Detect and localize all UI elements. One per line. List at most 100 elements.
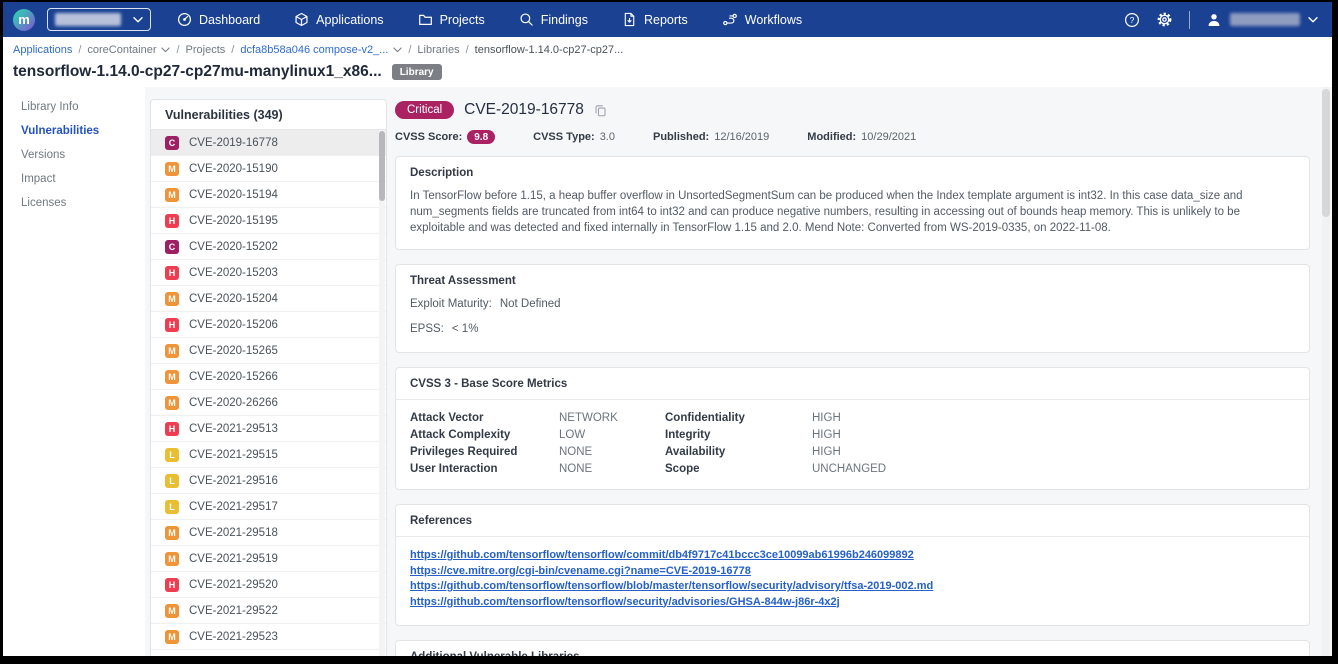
severity-badge: C: [165, 240, 179, 254]
breadcrumb-current-library: tensorflow-1.14.0-cp27-cp27...: [475, 44, 624, 56]
breadcrumb-separator: /: [408, 44, 411, 56]
nav-item-applications[interactable]: Applications: [294, 12, 383, 27]
nav-label: Projects: [440, 13, 485, 27]
nav-item-projects[interactable]: Projects: [418, 12, 485, 27]
findings-icon: [519, 12, 534, 27]
vulnerability-list-item[interactable]: MCVE-2020-15265: [151, 338, 386, 364]
vulnerability-list-item[interactable]: HCVE-2020-15195: [151, 208, 386, 234]
cvss-type-value: 3.0: [600, 131, 615, 143]
breadcrumb-projects[interactable]: Projects: [186, 44, 226, 56]
cvss-type-label: CVSS Type:: [533, 131, 595, 143]
chevron-down-icon[interactable]: [393, 47, 402, 53]
vulnerability-list-item[interactable]: H CVE-2020-15206: [151, 312, 386, 338]
breadcrumb: Applications / coreContainer / Projects …: [13, 44, 1320, 56]
vulnerability-list-panel: Vulnerabilities (349) CCVE-2019-16778 MC…: [150, 99, 387, 656]
vulnerability-list-item[interactable]: LCVE-2021-29517: [151, 494, 386, 520]
nav-label: Reports: [644, 13, 688, 27]
exploit-maturity-value: Not Defined: [500, 298, 561, 310]
severity-badge: M: [165, 396, 179, 410]
metric-label: Scope: [665, 463, 812, 475]
reports-icon: [622, 12, 637, 27]
detail-scrollbar-thumb[interactable]: [1322, 89, 1330, 217]
sidebar-item-versions[interactable]: Versions: [21, 143, 145, 167]
severity-badge: L: [165, 474, 179, 488]
breadcrumb-core-container[interactable]: coreContainer: [87, 44, 156, 56]
description-card: Description In TensorFlow before 1.15, a…: [395, 156, 1310, 250]
severity-badge: M: [165, 162, 179, 176]
library-type-badge: Library: [392, 64, 442, 80]
additional-libraries-title: Additional Vulnerable Libraries: [396, 641, 1309, 656]
list-scrollbar-thumb[interactable]: [379, 131, 385, 201]
threat-assessment-card: Threat Assessment Exploit Maturity:Not D…: [395, 264, 1310, 353]
chevron-down-icon: [133, 17, 143, 23]
vulnerability-list-item[interactable]: MCVE-2021-29518: [151, 520, 386, 546]
chevron-down-icon[interactable]: [161, 47, 170, 53]
user-icon: [1206, 12, 1222, 28]
vulnerability-list-item[interactable]: MCVE-2021-29523: [151, 624, 386, 650]
breadcrumb-project[interactable]: dcfa8b58a046 compose-v2_...: [240, 44, 388, 56]
vulnerability-list-item[interactable]: MCVE-2021-29524: [151, 650, 386, 656]
vulnerability-list-item[interactable]: CCVE-2020-15202: [151, 234, 386, 260]
sidebar-item-vulnerabilities[interactable]: Vulnerabilities: [21, 119, 145, 143]
help-icon[interactable]: ?: [1124, 12, 1140, 28]
copy-icon[interactable]: [594, 104, 607, 117]
sidebar-item-licenses[interactable]: Licenses: [21, 191, 145, 215]
list-scrollbar[interactable]: [379, 130, 385, 656]
vulnerability-list-item[interactable]: HCVE-2021-29513: [151, 416, 386, 442]
vulnerability-list-item[interactable]: MCVE-2021-29519: [151, 546, 386, 572]
epss-label: EPSS:: [410, 323, 444, 335]
org-selector-dropdown[interactable]: [47, 8, 151, 31]
vulnerability-list-item[interactable]: LCVE-2021-29516: [151, 468, 386, 494]
reference-link[interactable]: https://github.com/tensorflow/tensorflow…: [410, 595, 1295, 611]
cve-id: CVE-2020-15204: [189, 293, 278, 305]
cve-title: CVE-2019-16778: [464, 101, 584, 119]
nav-item-findings[interactable]: Findings: [519, 12, 588, 27]
severity-badge: H: [165, 266, 179, 280]
cve-id: CVE-2020-15265: [189, 345, 278, 357]
vulnerability-list-item[interactable]: H CVE-2021-29520: [151, 572, 386, 598]
vulnerability-list-item[interactable]: MCVE-2020-15266: [151, 364, 386, 390]
reference-link[interactable]: https://cve.mitre.org/cgi-bin/cvename.cg…: [410, 564, 1295, 580]
reference-link[interactable]: https://github.com/tensorflow/tensorflow…: [410, 579, 1295, 595]
vulnerability-list-item[interactable]: CCVE-2019-16778: [151, 130, 386, 156]
nav-item-dashboard[interactable]: Dashboard: [177, 12, 260, 27]
cvss-metrics-grid: Attack VectorNETWORKConfidentialityHIGH …: [396, 400, 1309, 489]
cve-id: CVE-2021-29518: [189, 527, 278, 539]
settings-gear-icon[interactable]: [1156, 11, 1173, 28]
nav-item-workflows[interactable]: Workflows: [722, 12, 802, 27]
cve-id: CVE-2020-15206: [189, 319, 278, 331]
severity-badge: H: [165, 422, 179, 436]
description-title: Description: [396, 157, 1309, 188]
vulnerability-list-item[interactable]: MCVE-2020-15204: [151, 286, 386, 312]
severity-badge: H: [165, 318, 179, 332]
sidebar-item-library-info[interactable]: Library Info: [21, 95, 145, 119]
vulnerability-list-item[interactable]: MCVE-2020-26266: [151, 390, 386, 416]
mend-logo[interactable]: m: [13, 9, 35, 31]
severity-badge: M: [165, 552, 179, 566]
svg-text:?: ?: [1130, 15, 1135, 25]
nav-item-reports[interactable]: Reports: [622, 12, 688, 27]
metric-label: Confidentiality: [665, 412, 812, 424]
detail-scrollbar[interactable]: [1322, 87, 1330, 656]
breadcrumb-applications[interactable]: Applications: [13, 44, 72, 56]
vulnerability-list-item[interactable]: H CVE-2020-15203: [151, 260, 386, 286]
metric-value: NONE: [559, 446, 665, 458]
subheader: Applications / coreContainer / Projects …: [3, 37, 1332, 87]
breadcrumb-libraries[interactable]: Libraries: [417, 44, 459, 56]
cve-id: CVE-2020-15194: [189, 189, 278, 201]
metric-label: Privileges Required: [410, 446, 559, 458]
cve-id: CVE-2020-15190: [189, 163, 278, 175]
severity-badge: H: [165, 578, 179, 592]
vulnerability-list-item[interactable]: LCVE-2021-29515: [151, 442, 386, 468]
severity-badge: M: [165, 370, 179, 384]
vulnerability-list-item[interactable]: M CVE-2020-15190: [151, 156, 386, 182]
sidebar-item-impact[interactable]: Impact: [21, 167, 145, 191]
vulnerability-list-item[interactable]: MCVE-2021-29522: [151, 598, 386, 624]
reference-link[interactable]: https://github.com/tensorflow/tensorflow…: [410, 548, 1295, 564]
cve-id: CVE-2020-15203: [189, 267, 278, 279]
user-menu[interactable]: [1206, 12, 1318, 28]
nav-label: Applications: [316, 13, 383, 27]
vulnerability-list-item[interactable]: MCVE-2020-15194: [151, 182, 386, 208]
cve-id: CVE-2021-29520: [189, 579, 278, 591]
metric-value: HIGH: [812, 429, 1295, 441]
